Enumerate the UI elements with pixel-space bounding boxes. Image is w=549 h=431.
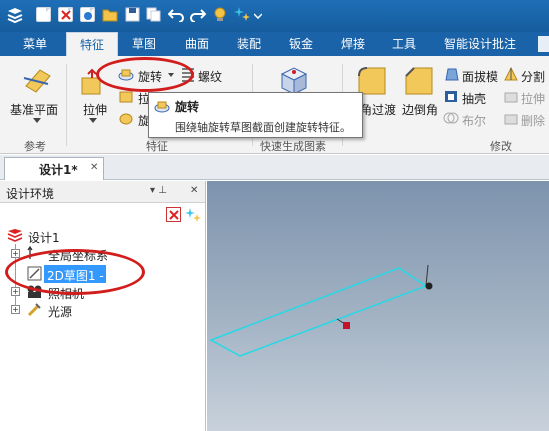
tree-root-label[interactable]: 设计1 <box>28 229 60 246</box>
new-file-icon[interactable] <box>36 7 51 22</box>
face-draft-icon <box>445 68 459 81</box>
tab-welding[interactable]: 焊接 <box>330 32 376 56</box>
tooltip-title: 旋转 <box>175 100 200 114</box>
document-tab-close-icon[interactable]: ✕ <box>90 162 98 173</box>
copy-icon[interactable] <box>146 7 162 22</box>
group-label-feature: 特征 <box>146 140 168 153</box>
quick-access-dropdown-icon[interactable] <box>254 11 262 19</box>
panel-title: 设计环境 <box>6 187 55 201</box>
origin-marker <box>343 322 350 329</box>
tab-feature[interactable]: 特征 <box>66 32 118 56</box>
panel-pin-icon[interactable]: ▾ ⊥ <box>150 185 167 196</box>
tab-assembly[interactable]: 装配 <box>226 32 272 56</box>
stretch-disabled-icon <box>504 92 518 103</box>
tab-sheet-metal[interactable]: 钣金 <box>278 32 324 56</box>
group-label-quick-generate: 快速生成图素 <box>260 140 326 153</box>
tab-smart-design-annotation[interactable]: 智能设计批注 <box>432 32 528 56</box>
tooltip-rotate-icon <box>154 101 170 113</box>
tooltip-description: 围绕轴旋转草图截面创建旋转特征。 <box>175 121 351 134</box>
rotate-tooltip: 旋转 围绕轴旋转草图截面创建旋转特征。 <box>148 92 363 138</box>
design-root-icon <box>7 229 23 242</box>
import-icon[interactable] <box>80 7 95 22</box>
stretch-button[interactable]: 拉伸 <box>83 101 107 118</box>
annotation-oval-rotate <box>96 57 194 92</box>
shell-icon <box>445 91 457 102</box>
menu-bar: 菜单 特征 草图 曲面 装配 钣金 焊接 工具 智能设计批注 <box>0 32 549 56</box>
tab-tools[interactable]: 工具 <box>382 32 426 56</box>
sketch-canvas <box>209 264 433 357</box>
ribbon-separator <box>66 64 67 146</box>
tab-sketch[interactable]: 草图 <box>122 32 166 56</box>
stretch-dropdown-icon[interactable] <box>89 118 97 123</box>
face-draft-button[interactable]: 面拔模 <box>462 68 498 85</box>
tree-item-light-source[interactable]: 光源 <box>48 303 72 320</box>
tab-menu[interactable]: 菜单 <box>10 32 60 56</box>
delete-filter-icon[interactable] <box>166 207 181 222</box>
base-plane-dropdown-icon[interactable] <box>33 118 41 123</box>
3d-viewport[interactable] <box>207 181 549 431</box>
boolean-icon <box>443 112 459 124</box>
redo-icon[interactable] <box>190 7 206 22</box>
panel-header: 设计环境 ▾ ⊥ ✕ <box>0 181 205 203</box>
tree-expand-icon[interactable]: + <box>11 287 20 296</box>
sparkle-icon[interactable] <box>234 5 252 23</box>
tab-surface[interactable]: 曲面 <box>172 32 222 56</box>
rounded-transition-button[interactable]: 角过渡 <box>360 101 396 118</box>
design-environment-panel: 设计环境 ▾ ⊥ ✕ 设计1 + 全局坐标系 2D草图1 - + 照相机 + 光… <box>0 181 206 431</box>
split-icon <box>504 66 518 81</box>
shell-button[interactable]: 抽壳 <box>462 90 486 107</box>
light-source-icon <box>27 303 41 317</box>
rotate-partial-icon <box>119 113 133 125</box>
boolean-button[interactable]: 布尔 <box>462 112 486 129</box>
panel-sparkle-icon[interactable] <box>185 206 202 223</box>
split-button[interactable]: 分割 <box>521 68 545 85</box>
tab-overflow[interactable] <box>538 36 549 52</box>
app-logo-icon[interactable] <box>6 6 24 24</box>
delete-disabled-button[interactable]: 删除 <box>521 112 545 129</box>
spiral-button[interactable]: 螺纹 <box>198 68 222 85</box>
stretch-disabled-button[interactable]: 拉伸 <box>521 90 545 107</box>
group-label-reference: 参考 <box>24 140 46 153</box>
group-label-modify: 修改 <box>490 140 512 153</box>
title-bar <box>0 0 549 32</box>
save-icon[interactable] <box>125 7 140 22</box>
document-tab[interactable]: 设计1* ✕ <box>4 157 104 180</box>
delete-disabled-icon <box>504 114 518 125</box>
tree-expand-icon[interactable]: + <box>11 249 20 258</box>
panel-close-icon[interactable]: ✕ <box>190 185 198 196</box>
annotation-oval-sketch <box>5 249 145 295</box>
document-tab-bar: 设计1* ✕ <box>0 155 549 180</box>
tree-expand-icon[interactable]: + <box>11 305 20 314</box>
lightbulb-icon[interactable] <box>211 5 229 23</box>
base-plane-button[interactable]: 基准平面 <box>10 101 58 118</box>
chamfer-button[interactable]: 边倒角 <box>402 101 438 118</box>
chamfer-icon <box>405 67 433 95</box>
sketch-rectangle <box>209 267 428 357</box>
axis-endpoint <box>425 282 433 290</box>
open-folder-icon[interactable] <box>102 7 118 22</box>
base-plane-icon <box>23 69 51 93</box>
undo-icon[interactable] <box>168 7 184 22</box>
close-file-icon[interactable] <box>58 7 73 22</box>
document-tab-label: 设计1* <box>39 163 78 177</box>
